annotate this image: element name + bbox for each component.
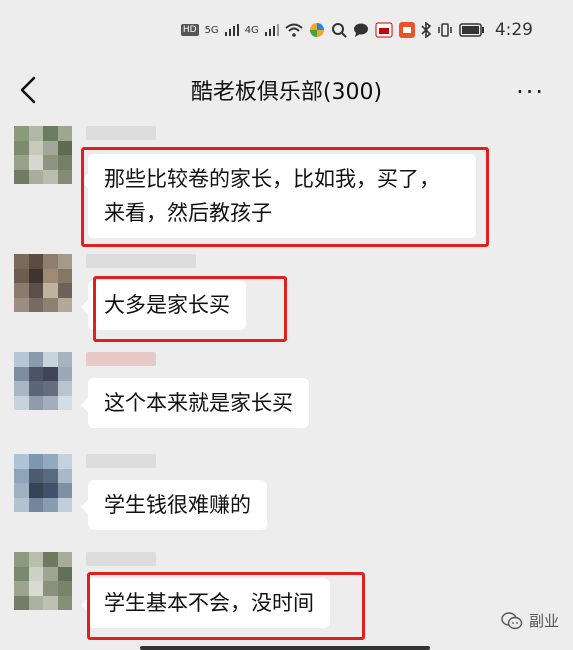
message-text-line2: 来看，然后教孩子 [104,201,272,225]
app-orange-icon [398,22,415,38]
search-bubble-icon [331,23,347,38]
message-text: 学生钱很难赚的 [104,493,251,517]
vibrate-icon [438,23,452,37]
avatar[interactable] [14,254,72,312]
avatar[interactable] [14,454,72,512]
status-icons: HD 5G 4G 4:29 [180,20,533,40]
bluetooth-icon [421,22,431,38]
signal-5g-icon: 5G [204,24,219,36]
message-text: 这个本来就是家长买 [104,391,293,415]
nickname-blurred [86,254,196,268]
page-title: 酷老板俱乐部(300) [190,80,383,105]
message-bubble[interactable]: 学生基本不会，没时间 [81,578,330,628]
avatar[interactable] [14,352,72,410]
status-time: 4:29 [494,20,533,40]
hd-badge: HD [180,24,199,36]
wifi-icon [285,23,303,37]
message-bubble[interactable]: 那些比较卷的家长，比如我，买了， 来看，然后教孩子 [81,154,476,238]
chat-header: 酷老板俱乐部(300) ··· [0,62,573,118]
battery-icon [459,23,484,37]
avatar[interactable] [14,126,72,184]
wechat-official-icon [501,611,523,629]
message-bubble[interactable]: 大多是家长买 [81,280,246,330]
message-text: 学生基本不会，没时间 [104,591,314,615]
chat-bubble-icon [353,23,368,37]
status-bar: HD 5G 4G 4:29 [0,0,573,62]
watermark-text: 副业 [528,612,559,630]
message-bubble[interactable]: 这个本来就是家长买 [81,378,309,428]
message-text-line1: 那些比较卷的家长，比如我，买了， [104,167,440,191]
nickname-blurred [86,552,156,566]
home-indicator [140,646,430,650]
nickname-blurred [86,352,156,366]
chat-list[interactable]: 那些比较卷的家长，比如我，买了， 来看，然后教孩子 大多是家长买 这个本来就是家… [0,118,573,650]
signal-bars-icon-2 [264,24,279,36]
more-button[interactable]: ··· [516,78,545,106]
watermark: 副业 [501,610,559,631]
nickname-blurred [86,454,156,468]
app-swirl-icon [309,23,324,37]
message-text: 大多是家长买 [104,293,230,317]
message-bubble[interactable]: 学生钱很难赚的 [81,480,267,530]
signal-bars-icon [224,24,239,36]
signal-4g-icon: 4G [244,24,259,36]
nickname-blurred [86,126,156,140]
avatar[interactable] [14,552,72,610]
app-badge-icon [375,22,393,38]
